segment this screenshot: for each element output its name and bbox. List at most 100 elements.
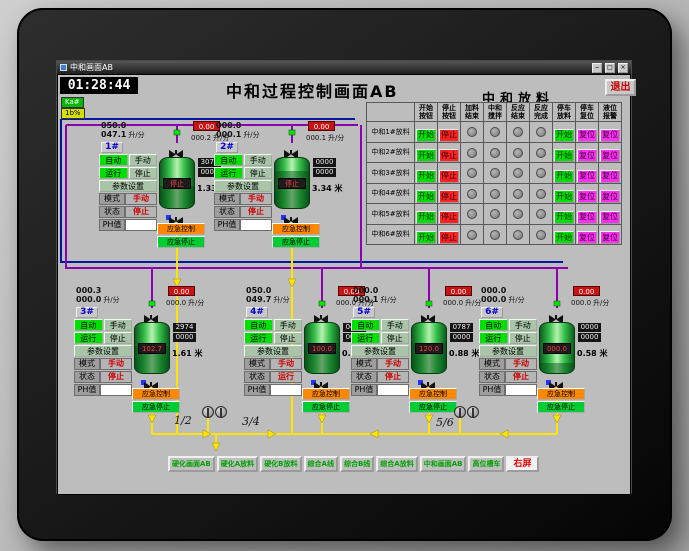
auto-button[interactable]: 自动 <box>74 319 103 331</box>
state-value: 停止 <box>125 206 157 218</box>
manual-button[interactable]: 手动 <box>380 319 409 331</box>
nav-button-9[interactable]: 右屏 <box>506 456 539 472</box>
reset-button[interactable]: 复位 <box>577 231 597 244</box>
nav-button-4[interactable]: 综合A线 <box>303 456 338 472</box>
run-button[interactable]: 运行 <box>74 332 103 344</box>
params-button[interactable]: 参数设置 <box>479 345 537 357</box>
stop-button[interactable]: 停止 <box>439 190 459 203</box>
manual-button[interactable]: 手动 <box>273 319 302 331</box>
run-button[interactable]: 运行 <box>214 167 243 179</box>
emergency-stop-button[interactable]: 应急停止 <box>409 401 457 413</box>
stop-button[interactable]: 停止 <box>128 167 157 179</box>
params-button[interactable]: 参数设置 <box>99 180 157 192</box>
nav-button-2[interactable]: 硬化A放料 <box>216 456 259 472</box>
alarm-reset-button[interactable]: 复位 <box>600 231 620 244</box>
state-value: 停止 <box>240 206 272 218</box>
run-button[interactable]: 运行 <box>99 167 128 179</box>
auto-button[interactable]: 自动 <box>214 154 243 166</box>
discharge-start-button[interactable]: 开始 <box>554 190 574 203</box>
nav-button-8[interactable]: 高位槽车 <box>468 456 505 472</box>
window-close-button[interactable]: × <box>618 62 628 73</box>
run-button[interactable]: 运行 <box>351 332 380 344</box>
stop-button[interactable]: 停止 <box>243 167 272 179</box>
alarm-reset-button[interactable]: 复位 <box>600 210 620 224</box>
auto-button[interactable]: 自动 <box>479 319 508 331</box>
aux-flow-display: 0.00 <box>168 286 195 296</box>
start-button[interactable]: 开始 <box>416 190 436 203</box>
reset-button[interactable]: 复位 <box>577 190 597 203</box>
manual-button[interactable]: 手动 <box>508 319 537 331</box>
nav-button-1[interactable]: 硬化画面AB <box>168 456 215 472</box>
nav-button-6[interactable]: 综合A放料 <box>376 456 418 472</box>
auto-button[interactable]: 自动 <box>244 319 273 331</box>
stop-button[interactable]: 停止 <box>380 332 409 344</box>
emergency-stop-button[interactable]: 应急停止 <box>537 401 585 413</box>
stop-button[interactable]: 停止 <box>439 210 459 224</box>
manual-button[interactable]: 手动 <box>243 154 272 166</box>
stop-button[interactable]: 停止 <box>103 332 132 344</box>
params-button[interactable]: 参数设置 <box>74 345 132 357</box>
start-button[interactable]: 开始 <box>416 169 436 183</box>
emergency-stop-button[interactable]: 应急停止 <box>302 401 350 413</box>
emergency-stop-button[interactable]: 应急停止 <box>132 401 180 413</box>
discharge-start-button[interactable]: 开始 <box>554 231 574 244</box>
stop-button[interactable]: 停止 <box>439 128 459 142</box>
emergency-control-button[interactable]: 应急控制 <box>409 388 457 400</box>
alarm-reset-button[interactable]: 复位 <box>600 169 620 183</box>
flow-unit-label: 升/分 <box>103 296 120 304</box>
manual-button[interactable]: 手动 <box>103 319 132 331</box>
emergency-control-button[interactable]: 应急控制 <box>272 223 320 235</box>
alarm-reset-button[interactable]: 复位 <box>600 190 620 203</box>
stop-button[interactable]: 停止 <box>439 149 459 162</box>
params-button[interactable]: 参数设置 <box>351 345 409 357</box>
alarm-reset-button[interactable]: 复位 <box>600 128 620 142</box>
status-lamp <box>513 168 523 179</box>
stop-button[interactable]: 停止 <box>273 332 302 344</box>
status-lamp <box>490 229 500 240</box>
reset-button[interactable]: 复位 <box>577 128 597 142</box>
start-button[interactable]: 开始 <box>416 231 436 244</box>
discharge-start-button[interactable]: 开始 <box>554 149 574 162</box>
discharge-start-button[interactable]: 开始 <box>554 128 574 142</box>
stop-button[interactable]: 停止 <box>439 169 459 183</box>
params-button[interactable]: 参数设置 <box>244 345 302 357</box>
run-button[interactable]: 运行 <box>479 332 508 344</box>
table-cell <box>506 182 530 204</box>
start-button[interactable]: 开始 <box>416 128 436 142</box>
emergency-control-button[interactable]: 应急控制 <box>157 223 205 235</box>
auto-button[interactable]: 自动 <box>351 319 380 331</box>
window-minimize-button[interactable]: − <box>592 62 602 73</box>
params-button[interactable]: 参数设置 <box>214 180 272 192</box>
tank-level-fill <box>540 363 574 373</box>
nav-button-3[interactable]: 硬化B放料 <box>260 456 302 472</box>
reset-button[interactable]: 复位 <box>577 169 597 183</box>
mode-label: 模式 <box>244 358 270 370</box>
manual-button[interactable]: 手动 <box>128 154 157 166</box>
discharge-start-button[interactable]: 开始 <box>554 169 574 183</box>
auto-button[interactable]: 自动 <box>99 154 128 166</box>
stop-button[interactable]: 停止 <box>439 231 459 244</box>
start-button[interactable]: 开始 <box>416 149 436 162</box>
outlet-valve-icon <box>549 376 563 391</box>
discharge-start-button[interactable]: 开始 <box>554 210 574 224</box>
reset-button[interactable]: 复位 <box>577 210 597 224</box>
emergency-stop-button[interactable]: 应急停止 <box>272 236 320 248</box>
status-lamp <box>467 127 477 138</box>
outlet-valve-icon <box>169 211 183 226</box>
emergency-control-button[interactable]: 应急控制 <box>132 388 180 400</box>
nav-button-7[interactable]: 中和画面AB <box>419 456 467 472</box>
emergency-control-button[interactable]: 应急控制 <box>537 388 585 400</box>
reset-button[interactable]: 复位 <box>577 149 597 162</box>
emergency-control-button[interactable]: 应急控制 <box>302 388 350 400</box>
window-maximize-button[interactable]: □ <box>605 62 615 73</box>
reactor-unit-4: 050.0 049.7 升/分 0.00 000.0 升/分 4# 自动 手动 运行 停止 参数设置模… <box>244 286 374 420</box>
alarm-reset-button[interactable]: 复位 <box>600 149 620 162</box>
state-value: 运行 <box>270 371 302 383</box>
nav-button-5[interactable]: 综合B线 <box>339 456 375 472</box>
emergency-stop-button[interactable]: 应急停止 <box>157 236 205 248</box>
run-button[interactable]: 运行 <box>244 332 273 344</box>
stop-button[interactable]: 停止 <box>508 332 537 344</box>
reactor-unit-1: 050.0 047.1 升/分 0.00 000.2 升/分 1# 自动 手动 运行 停止 参数设置模… <box>99 121 229 255</box>
status-lamp <box>490 147 500 158</box>
start-button[interactable]: 开始 <box>416 210 436 224</box>
